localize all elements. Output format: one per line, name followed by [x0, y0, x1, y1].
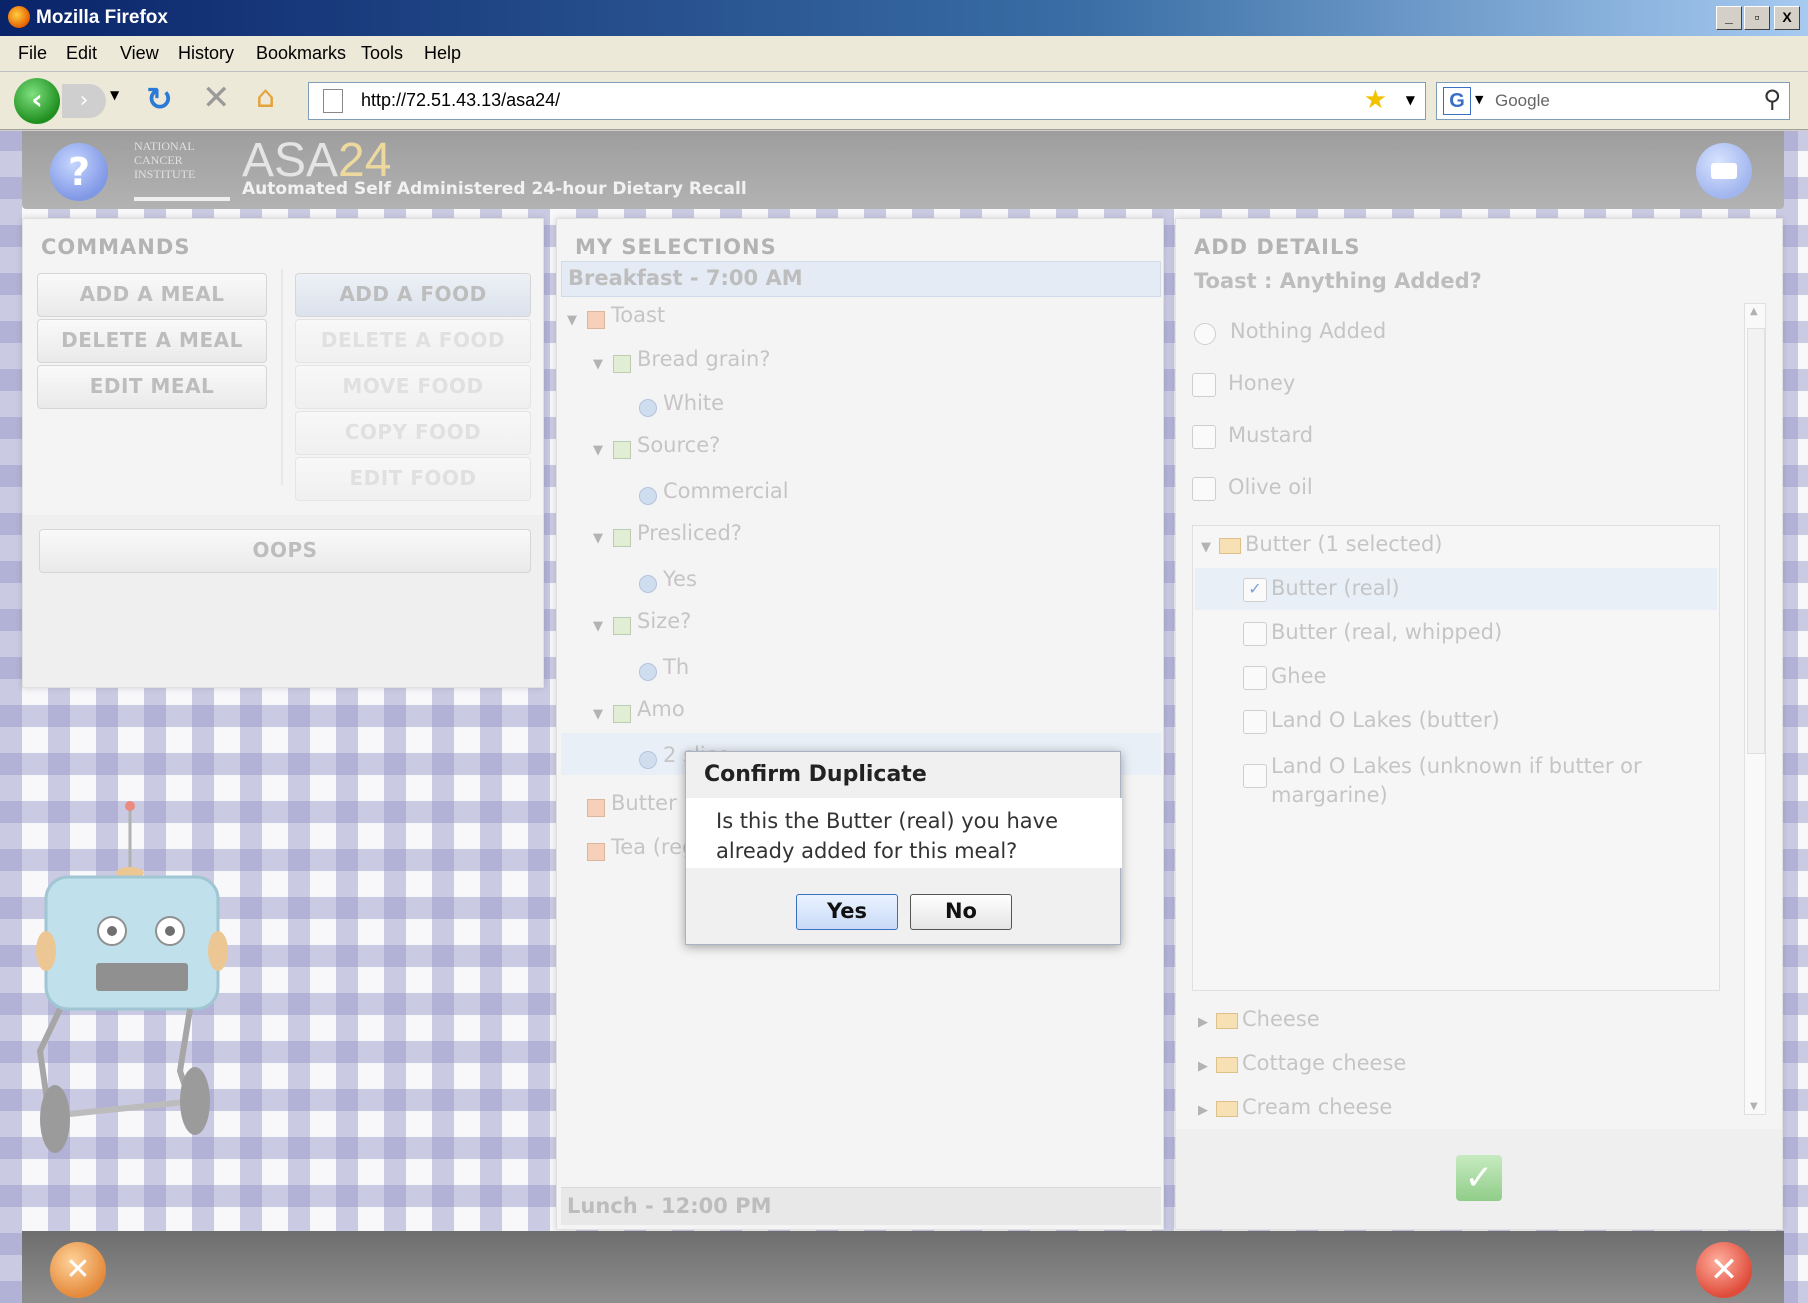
menu-bookmarks[interactable]: Bookmarks: [256, 43, 346, 64]
url-dropdown-icon[interactable]: ▼: [1406, 93, 1415, 107]
dialog-body: Is this the Butter (real) you have alrea…: [686, 798, 1122, 868]
url-text[interactable]: http://72.51.43.13/asa24/: [361, 90, 560, 111]
search-box[interactable]: G ▼ Google ⚲: [1436, 82, 1790, 120]
firefox-icon: [8, 6, 30, 28]
reload-icon[interactable]: ↻: [146, 80, 173, 118]
google-engine-icon[interactable]: G: [1443, 87, 1471, 115]
history-dropdown-icon[interactable]: ▼: [110, 88, 119, 102]
dialog-no-button[interactable]: No: [910, 894, 1012, 930]
modal-overlay: [0, 131, 1808, 1303]
window-title: Mozilla Firefox: [36, 7, 168, 28]
menu-view[interactable]: View: [120, 43, 159, 64]
home-icon[interactable]: ⌂: [256, 80, 275, 115]
dialog-title: Confirm Duplicate: [704, 762, 927, 787]
close-icon[interactable]: ✕: [1696, 1242, 1752, 1298]
url-bar[interactable]: http://72.51.43.13/asa24/ ★ ▼: [308, 82, 1426, 120]
minimize-button[interactable]: _: [1716, 6, 1742, 30]
stop-icon[interactable]: ✕: [202, 78, 231, 118]
engine-dropdown-icon[interactable]: ▼: [1475, 93, 1483, 106]
dialog-message: Is this the Butter (real) you have alrea…: [716, 809, 1058, 863]
back-button[interactable]: ‹: [14, 78, 60, 124]
menu-file[interactable]: File: [18, 43, 47, 64]
search-placeholder: Google: [1495, 91, 1550, 110]
menu-bar: File Edit View History Bookmarks Tools H…: [0, 36, 1808, 72]
confirm-duplicate-dialog: Confirm Duplicate Is this the Butter (re…: [685, 751, 1122, 945]
app-footer: [22, 1231, 1784, 1303]
forward-button[interactable]: ›: [62, 84, 106, 118]
dialog-yes-button[interactable]: Yes: [796, 894, 898, 930]
menu-tools[interactable]: Tools: [361, 43, 403, 64]
bookmark-star-icon[interactable]: ★: [1364, 85, 1387, 115]
search-icon[interactable]: ⚲: [1763, 85, 1781, 113]
close-window-button[interactable]: X: [1774, 6, 1800, 30]
menu-help[interactable]: Help: [424, 43, 461, 64]
navigation-toolbar: ‹ › ▼ ↻ ✕ ⌂ http://72.51.43.13/asa24/ ★ …: [0, 72, 1808, 130]
tools-icon[interactable]: ✕: [50, 1242, 106, 1298]
menu-history[interactable]: History: [178, 43, 234, 64]
menu-edit[interactable]: Edit: [66, 43, 97, 64]
page-icon: [323, 89, 343, 113]
restore-button[interactable]: ▫: [1744, 6, 1770, 30]
page-content: ? NATIONAL CANCER INSTITUTE ASA24 Automa…: [0, 131, 1808, 1303]
window-title-bar: Mozilla Firefox _ ▫ X: [0, 0, 1808, 36]
